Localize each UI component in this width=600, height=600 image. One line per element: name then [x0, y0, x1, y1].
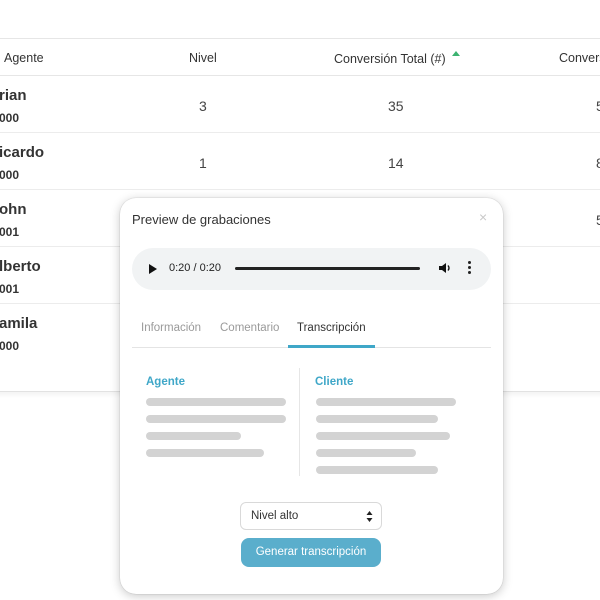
header-conversion-total-label: Conversión Total (#) — [334, 52, 446, 66]
header-conversion-total[interactable]: Conversión Total (#) — [334, 51, 460, 66]
transcript-skeleton-line — [146, 449, 264, 457]
close-icon[interactable]: × — [479, 210, 487, 224]
agent-name: icardo — [0, 144, 45, 161]
tab-comentario[interactable]: Comentario — [220, 322, 279, 334]
agent-name: rian — [0, 87, 27, 104]
agent-level: 3 — [199, 98, 207, 114]
transcript-skeleton-line — [146, 398, 286, 406]
header-level[interactable]: Nivel — [189, 51, 217, 65]
agent-conversion-partial: 5 — [596, 98, 600, 114]
transcript-skeleton-line — [146, 415, 286, 423]
transcript-skeleton-line — [316, 449, 416, 457]
transcript-skeleton-line — [146, 432, 241, 440]
agent-name: lberto — [0, 258, 41, 275]
transcript-skeleton-line — [316, 398, 456, 406]
audio-time: 0:20 / 0:20 — [169, 262, 221, 274]
agent-conversion: 35 — [388, 98, 404, 114]
header-conversion-partial[interactable]: Convers — [559, 51, 600, 65]
agent-code: 000 — [0, 111, 20, 125]
select-arrows-icon — [366, 511, 373, 522]
agent-conversion-partial: 8 — [596, 155, 600, 171]
tab-transcripcion[interactable]: Transcripción — [297, 322, 366, 334]
generate-transcription-button[interactable]: Generar transcripción — [241, 538, 381, 567]
agent-conversion: 14 — [388, 155, 404, 171]
table-row[interactable]: icardo 000 1 14 8 — [0, 133, 600, 190]
agent-name: amila — [0, 315, 38, 332]
header-agent[interactable]: Agente — [4, 51, 44, 65]
audio-progress-bar[interactable] — [235, 267, 420, 270]
volume-icon[interactable] — [437, 260, 453, 276]
recordings-preview-modal: Preview de grabaciones × 0:20 / 0:20 Inf… — [120, 198, 503, 594]
active-tab-indicator — [288, 345, 375, 348]
tab-informacion[interactable]: Información — [141, 322, 201, 334]
play-icon[interactable] — [149, 264, 157, 274]
level-select-value: Nivel alto — [251, 510, 299, 522]
agent-code: 001 — [0, 282, 20, 296]
agent-code: 000 — [0, 168, 20, 182]
audio-player: 0:20 / 0:20 — [132, 248, 491, 290]
agent-conversion-partial: 5 — [596, 212, 600, 228]
transcript-client-label: Cliente — [315, 376, 354, 388]
more-vert-icon[interactable] — [468, 261, 472, 275]
agent-code: 000 — [0, 339, 20, 353]
modal-title: Preview de grabaciones — [132, 212, 271, 227]
table-header: Agente Nivel Conversión Total (#) Conver… — [0, 38, 600, 76]
transcript-divider — [299, 368, 300, 476]
agent-name: ohn — [0, 201, 27, 218]
transcript-agent-label: Agente — [146, 376, 185, 388]
modal-tabs: Información Comentario Transcripción — [132, 322, 491, 348]
agent-code: 001 — [0, 225, 20, 239]
transcript-skeleton-line — [316, 415, 438, 423]
transcript-skeleton-line — [316, 466, 438, 474]
table-row[interactable]: rian 000 3 35 5 — [0, 76, 600, 133]
transcript-skeleton-line — [316, 432, 450, 440]
sort-ascending-icon[interactable] — [451, 51, 460, 56]
level-select[interactable]: Nivel alto — [240, 502, 382, 530]
agent-level: 1 — [199, 155, 207, 171]
screen: Agente Nivel Conversión Total (#) Conver… — [0, 0, 600, 600]
